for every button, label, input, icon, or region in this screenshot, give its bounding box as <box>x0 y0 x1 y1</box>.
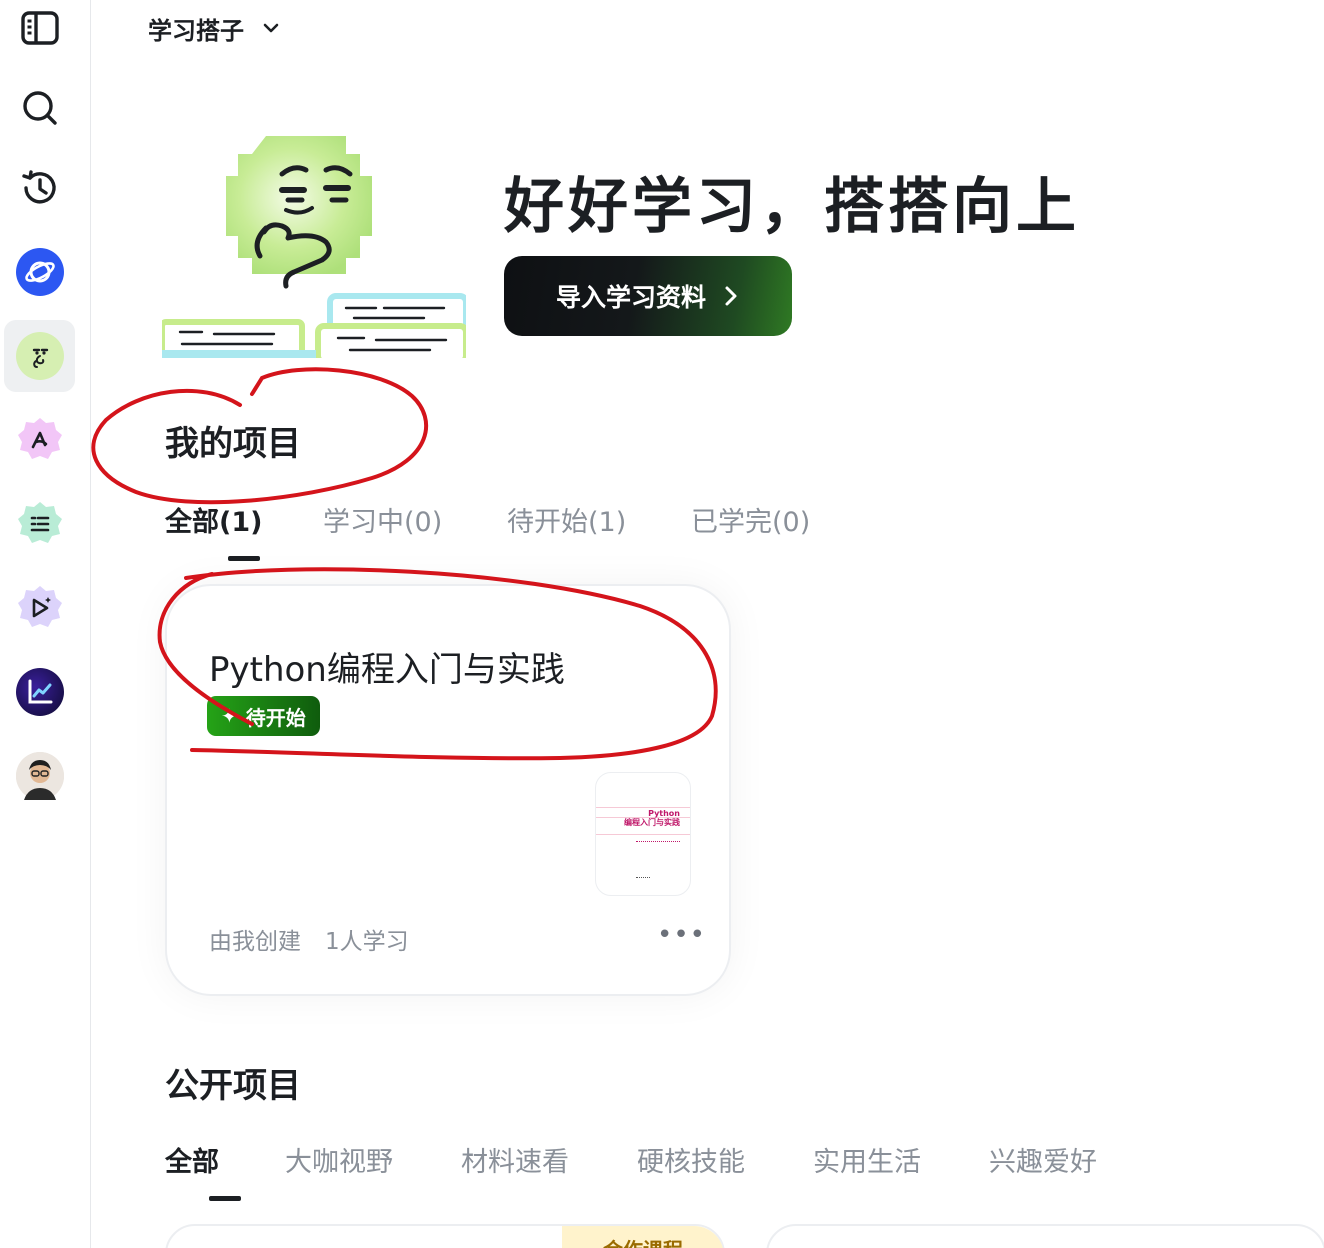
sidebar <box>0 0 91 1248</box>
app-switcher[interactable]: 学习搭子 <box>148 8 280 48</box>
creator-label: 由我创建 <box>209 929 301 955</box>
thumb-title-line1: Python <box>648 809 680 818</box>
chart-app-icon <box>15 668 64 716</box>
writing-app-icon <box>17 418 62 459</box>
sparkle-icon: ✦ <box>221 704 238 728</box>
project-thumbnail: Python 编程入门与实践 <box>595 772 691 896</box>
tab-learning[interactable]: 学习中(0) <box>323 500 507 539</box>
search-icon <box>22 91 57 125</box>
sidebar-app-blue[interactable] <box>4 236 75 308</box>
public-projects-title: 公开项目 <box>165 1066 301 1106</box>
import-materials-button[interactable]: 导入学习资料 <box>504 256 792 336</box>
thumb-title-line2: 编程入门与实践 <box>624 818 680 827</box>
public-projects-tabs: 全部 大咖视野 材料速看 硬核技能 实用生活 兴趣爱好 <box>165 1140 1119 1179</box>
card-footer: 由我创建 1人学习 <box>209 922 409 956</box>
video-app-icon <box>17 586 62 627</box>
list-app-icon <box>17 502 62 543</box>
planet-app-icon <box>15 248 64 296</box>
learner-count: 1人学习 <box>325 929 409 955</box>
tab-public-all[interactable]: 全部 <box>165 1140 285 1179</box>
status-label: 待开始 <box>245 705 306 730</box>
sidebar-avatar[interactable] <box>4 740 75 812</box>
tab-quick-read[interactable]: 材料速看 <box>461 1140 637 1179</box>
tab-not-started[interactable]: 待开始(1) <box>507 500 691 539</box>
sidebar-study-buddy[interactable] <box>4 320 75 392</box>
more-options-icon[interactable]: ••• <box>657 922 706 948</box>
sidebar-app-purple[interactable] <box>4 572 75 644</box>
import-button-label: 导入学习资料 <box>555 283 706 312</box>
sidebar-panel-icon <box>20 11 59 45</box>
sidebar-toggle-button[interactable] <box>4 0 75 64</box>
sidebar-app-chart[interactable] <box>4 656 75 728</box>
my-projects-title: 我的项目 <box>165 424 301 464</box>
tab-hobbies[interactable]: 兴趣爱好 <box>989 1140 1119 1179</box>
tab-completed[interactable]: 已学完(0) <box>691 500 841 539</box>
app-title: 学习搭子 <box>148 16 244 45</box>
tab-all[interactable]: 全部(1) <box>165 500 323 539</box>
status-badge: ✦ 待开始 <box>207 696 320 736</box>
study-buddy-icon <box>15 332 64 380</box>
sidebar-app-teal[interactable] <box>4 488 75 560</box>
chevron-down-icon <box>263 23 279 33</box>
avatar <box>15 752 64 800</box>
public-project-card[interactable] <box>766 1224 1324 1248</box>
tab-hardcore-skills[interactable]: 硬核技能 <box>637 1140 813 1179</box>
hero-title: 好好学习，搭搭向上 <box>504 172 1080 242</box>
my-projects-tabs: 全部(1) 学习中(0) 待开始(1) 已学完(0) <box>165 500 841 539</box>
sidebar-app-pink[interactable] <box>4 404 75 476</box>
sidebar-history-button[interactable] <box>4 152 75 224</box>
project-card[interactable]: Python编程入门与实践 ✦ 待开始 Python 编程入门与实践 由我创建 … <box>165 584 731 996</box>
history-icon <box>21 170 56 204</box>
tab-expert-view[interactable]: 大咖视野 <box>285 1140 461 1179</box>
study-buddy-illustration <box>162 136 466 358</box>
cooperation-badge: 合作课程 <box>562 1226 724 1248</box>
tab-practical-life[interactable]: 实用生活 <box>813 1140 989 1179</box>
chevron-right-icon <box>725 286 737 306</box>
sidebar-search-button[interactable] <box>4 72 75 144</box>
project-title: Python编程入门与实践 <box>209 650 565 690</box>
